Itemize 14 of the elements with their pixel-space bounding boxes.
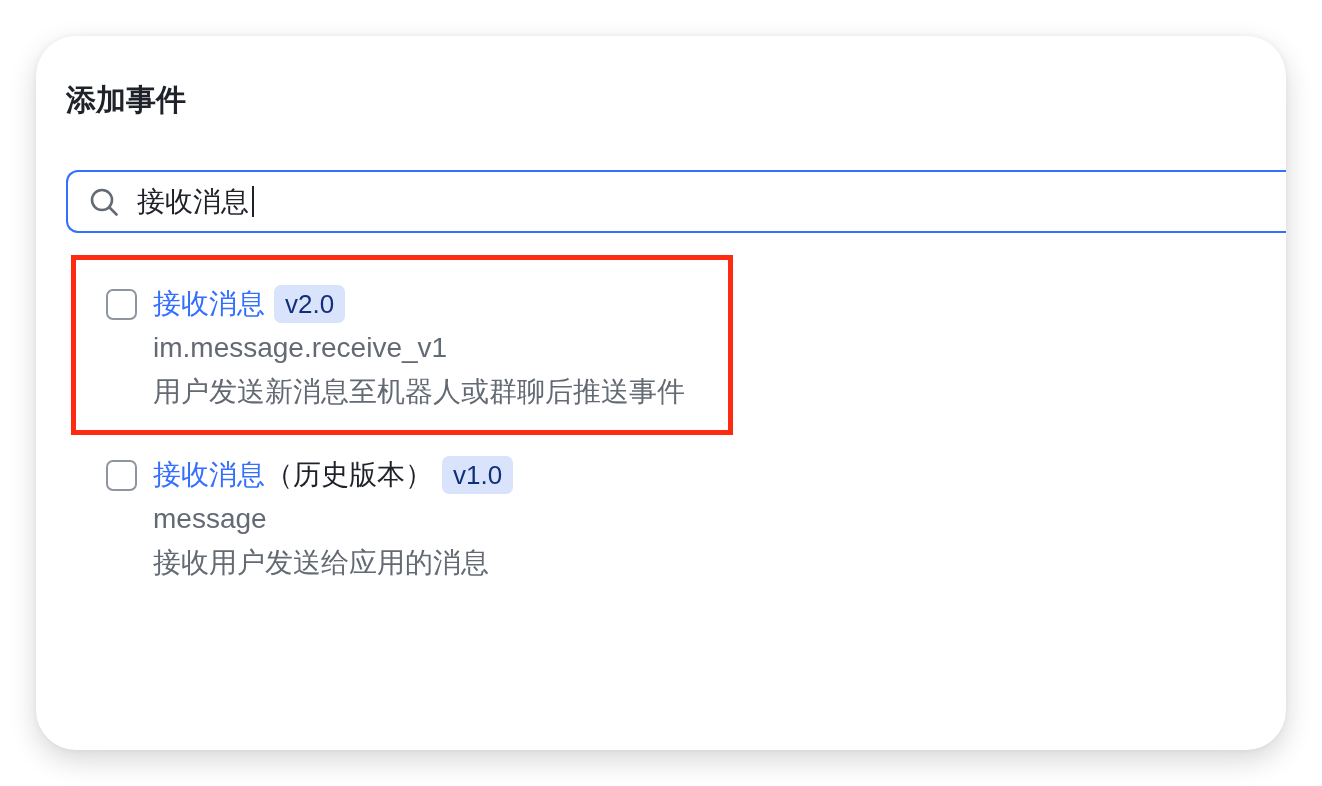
event-key: message <box>153 497 267 541</box>
event-description: 用户发送新消息至机器人或群聊后推送事件 <box>153 375 685 409</box>
event-description: 接收用户发送给应用的消息 <box>153 546 489 580</box>
version-tag: v2.0 <box>274 285 346 323</box>
checkbox[interactable] <box>106 460 137 491</box>
search-field[interactable]: 接收消息 <box>66 170 1286 233</box>
event-title: 接收消息（历史版本） <box>153 458 433 492</box>
checkbox[interactable] <box>106 289 137 320</box>
event-key: im.message.receive_v1 <box>153 326 448 370</box>
version-tag: v1.0 <box>442 456 514 494</box>
dialog-title: 添加事件 <box>66 82 186 118</box>
event-title: 接收消息 <box>153 287 265 321</box>
text-cursor-icon <box>252 186 254 217</box>
search-icon <box>90 187 118 216</box>
